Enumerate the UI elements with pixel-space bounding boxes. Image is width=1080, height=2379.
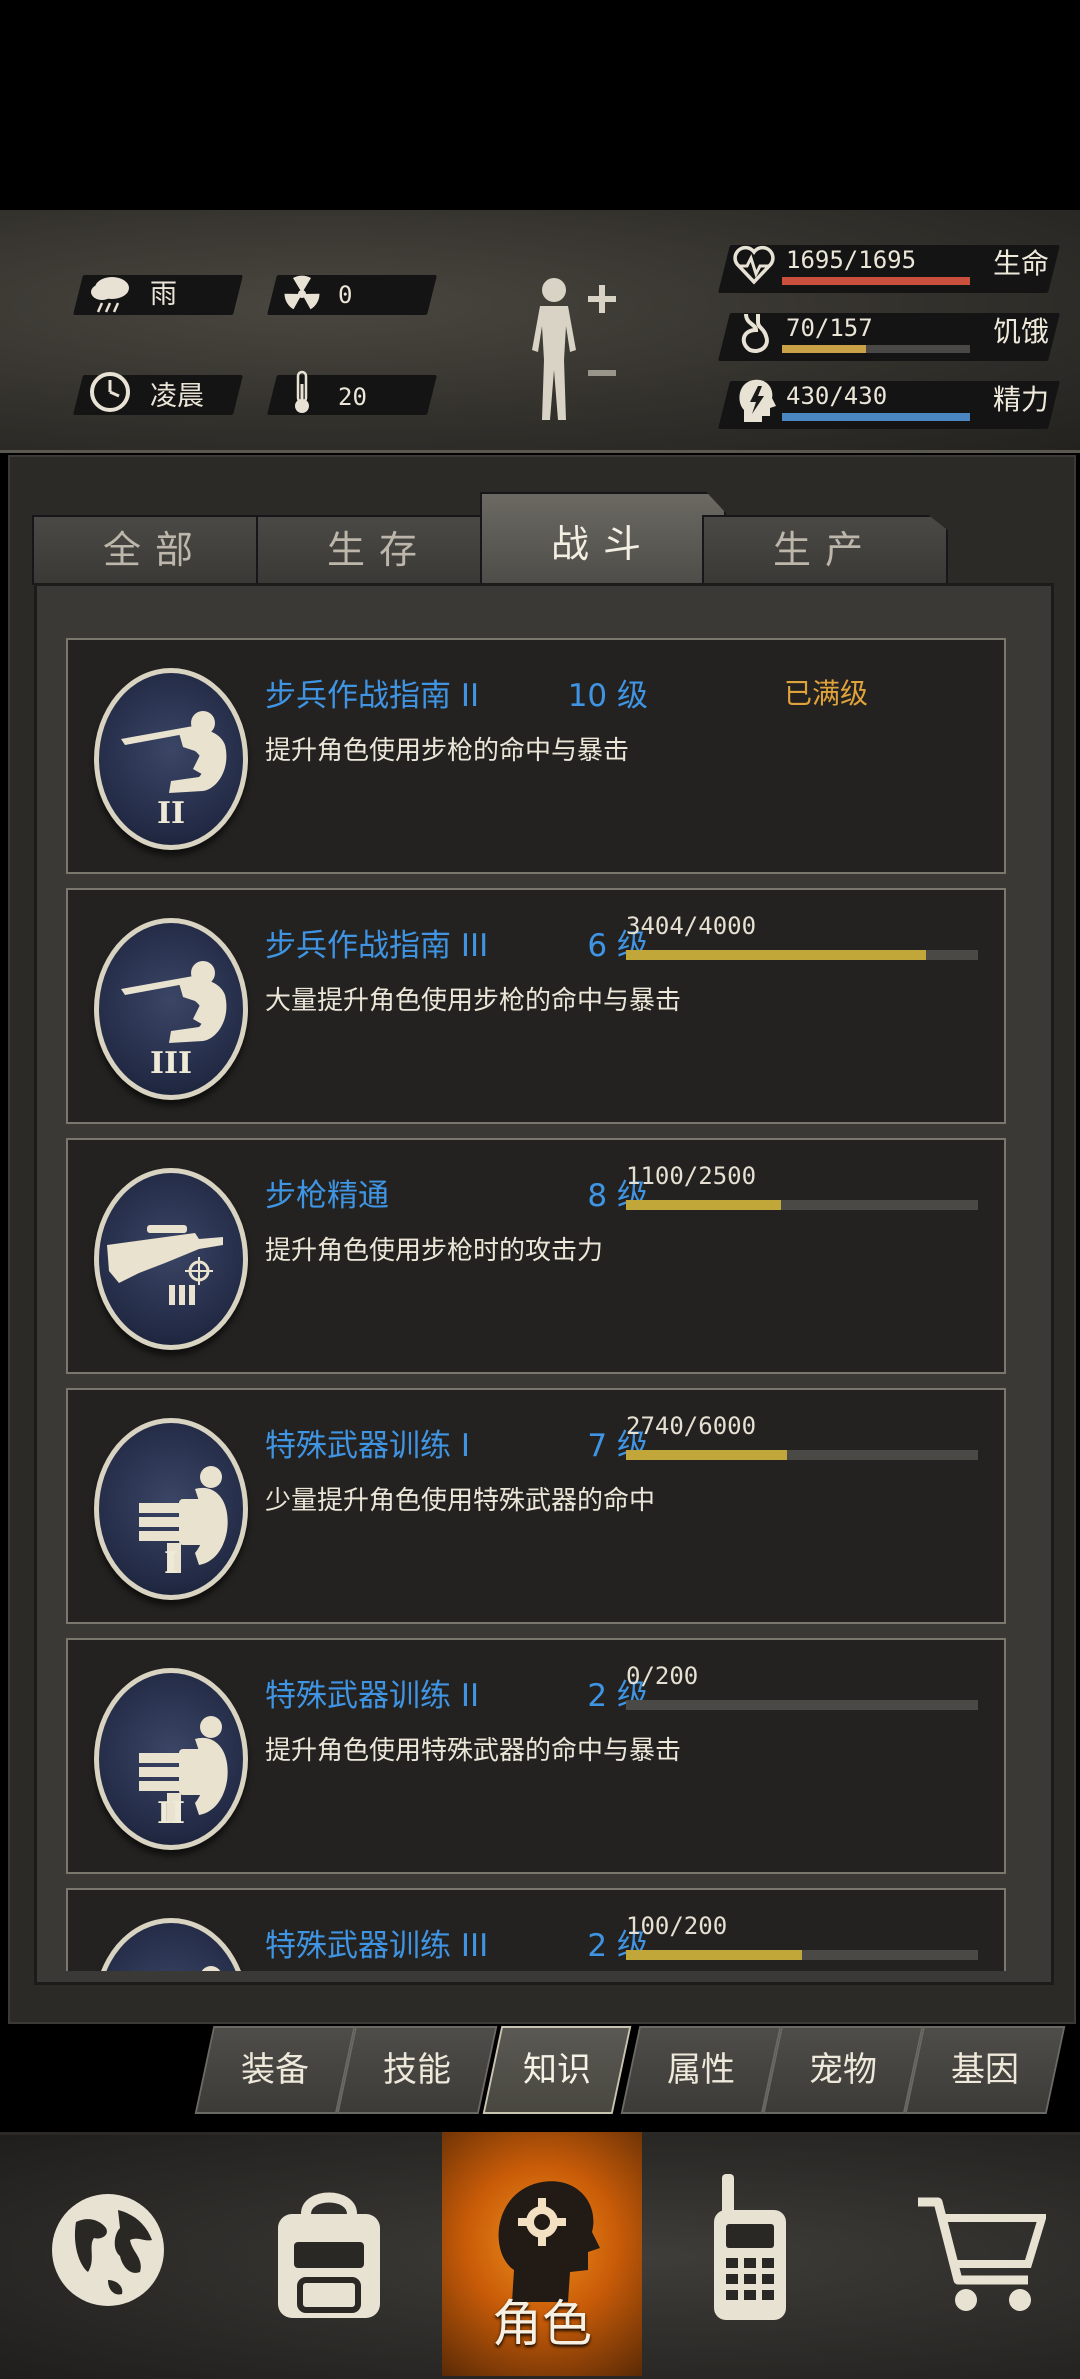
skill-progress-bar <box>626 1700 978 1710</box>
weather-label: 雨 <box>150 279 177 310</box>
skill-title: 步枪精通 <box>265 1178 389 1214</box>
clock-icon <box>90 372 130 412</box>
subtab-attributes[interactable]: 属性 <box>620 2026 782 2114</box>
skill-title: 特殊武器训练 I <box>265 1428 470 1464</box>
radiation-value: 0 <box>338 281 353 309</box>
minigun-soldier-icon: III <box>94 1918 248 1971</box>
globe-icon <box>52 2194 164 2306</box>
health-label: 生命 <box>993 247 1050 280</box>
energy-bar-fill <box>782 413 970 421</box>
skill-progress-fill <box>626 950 926 960</box>
skill-progress-bar <box>626 950 978 960</box>
tab-production[interactable]: 生产 <box>702 515 948 585</box>
skill-description: 大量提升角色使用步枪的命中与暴击 <box>265 986 682 1016</box>
nav-character[interactable]: 角色 <box>442 2132 642 2376</box>
rifle-ammo-icon <box>94 1168 248 1350</box>
rifleman-icon: II <box>94 668 248 850</box>
character-head-icon <box>498 2181 600 2302</box>
skill-description: 提升角色使用特殊武器的命中与暴击 <box>265 1736 682 1766</box>
subtab-equipment[interactable]: 装备 <box>194 2026 356 2114</box>
shopping-cart-icon <box>918 2197 1046 2311</box>
hunger-label: 饥饿 <box>993 315 1050 348</box>
nav-shop[interactable] <box>858 2132 1080 2376</box>
subtab-genes-label: 基因 <box>951 2050 1019 2090</box>
subtab-equipment-label: 装备 <box>241 2050 309 2090</box>
head-bolt-icon <box>739 379 776 422</box>
heart-pulse-icon <box>733 245 775 285</box>
nav-radio[interactable] <box>642 2132 858 2376</box>
skill-progress-bar <box>626 1950 978 1960</box>
skill-tier-numeral: III <box>149 1046 193 1081</box>
backpack-icon <box>278 2192 380 2318</box>
skill-description: 少量提升角色使用特殊武器的命中 <box>265 1486 656 1516</box>
tab-all[interactable]: 全部 <box>32 515 278 585</box>
health-bar-fill <box>782 277 970 285</box>
energy-text: 430/430 <box>786 382 888 410</box>
minigun-soldier-icon: II <box>94 1668 248 1850</box>
subtab-skills-label: 技能 <box>383 2050 451 2090</box>
nav-map[interactable] <box>0 2132 216 2376</box>
nav-character-label: 角色 <box>492 2295 592 2353</box>
skill-title: 特殊武器训练 III <box>265 1928 489 1964</box>
hunger-bar <box>782 345 970 353</box>
skill-list[interactable]: II 步兵作战指南 II 10 级提升角色使用步枪的命中与暴击 已满级 III 步兵作战指… <box>66 638 1006 1971</box>
skill-card[interactable]: III特殊武器训练 III2 级100/200 <box>66 1888 1006 1971</box>
skill-card[interactable]: III 步兵作战指南 III 6 级大量提升角色使用步枪的命中与暴击 3404/400… <box>66 888 1006 1124</box>
subtab-genes[interactable]: 基因 <box>904 2026 1066 2114</box>
subtab-pets-label: 宠物 <box>809 2050 877 2090</box>
skill-progress-fill <box>626 1450 787 1460</box>
skill-progress-bar <box>626 1200 978 1210</box>
hunger-text: 70/157 <box>786 314 873 342</box>
subtab-knowledge-label: 知识 <box>523 2050 591 2090</box>
time-label: 凌晨 <box>150 381 204 412</box>
skill-progress-text: 2740/6000 <box>626 1412 757 1440</box>
skill-max-label: 已满级 <box>784 677 869 710</box>
skill-progress-text: 1100/2500 <box>626 1162 757 1190</box>
subtab-knowledge[interactable]: 知识 <box>482 2026 632 2114</box>
subtab-attributes-label: 属性 <box>667 2050 735 2090</box>
nav-inventory[interactable] <box>216 2132 442 2376</box>
skill-progress-text: 3404/4000 <box>626 912 757 940</box>
walkie-talkie-icon <box>714 2174 786 2320</box>
skill-title: 步兵作战指南 II <box>265 678 480 714</box>
subtab-skills[interactable]: 技能 <box>336 2026 498 2114</box>
radiation-icon <box>284 275 320 310</box>
skill-progress-text: 100/200 <box>626 1912 728 1940</box>
stomach-icon <box>741 313 769 353</box>
skill-tier-numeral: I <box>163 1546 179 1581</box>
tab-combat[interactable]: 战斗 <box>480 492 726 588</box>
skill-tier-numeral: II <box>156 1796 186 1831</box>
body-plus-minus-icon[interactable] <box>520 270 620 430</box>
rain-cloud-icon <box>91 277 129 313</box>
thermometer-icon <box>295 370 309 413</box>
skill-progress-fill <box>626 1200 781 1210</box>
skill-level: 10 级 <box>567 678 648 714</box>
skill-card[interactable]: II 步兵作战指南 II 10 级提升角色使用步枪的命中与暴击 已满级 <box>66 638 1006 874</box>
health-bar <box>782 277 970 285</box>
health-text: 1695/1695 <box>786 246 917 274</box>
tab-survival[interactable]: 生存 <box>256 515 502 585</box>
skill-progress-bar <box>626 1450 978 1460</box>
skill-tier-numeral: II <box>156 796 186 831</box>
temperature-value: 20 <box>338 383 367 411</box>
skill-description: 提升角色使用步枪时的攻击力 <box>265 1236 604 1266</box>
skill-title: 步兵作战指南 III <box>265 928 489 964</box>
rifleman-icon: III <box>94 918 248 1100</box>
status-header: 雨 0 凌晨 20 1695/1695 生命 70/157 饥饿 430/430… <box>0 210 1080 453</box>
skill-progress-fill <box>626 1950 802 1960</box>
minigun-soldier-icon: I <box>94 1418 248 1600</box>
skill-description: 提升角色使用步枪的命中与暴击 <box>265 736 630 766</box>
skill-card[interactable]: I 特殊武器训练 I7 级少量提升角色使用特殊武器的命中 2740/6000 <box>66 1388 1006 1624</box>
energy-label: 精力 <box>993 383 1050 416</box>
subtab-pets[interactable]: 宠物 <box>762 2026 924 2114</box>
hunger-bar-fill <box>782 345 866 353</box>
skill-progress-text: 0/200 <box>626 1662 699 1690</box>
skill-title: 特殊武器训练 II <box>265 1678 480 1714</box>
skill-card[interactable]: 步枪精通 8 级提升角色使用步枪时的攻击力 1100/2500 <box>66 1138 1006 1374</box>
skill-card[interactable]: II 特殊武器训练 II 2 级提升角色使用特殊武器的命中与暴击 0/200 <box>66 1638 1006 1874</box>
energy-bar <box>782 413 970 421</box>
